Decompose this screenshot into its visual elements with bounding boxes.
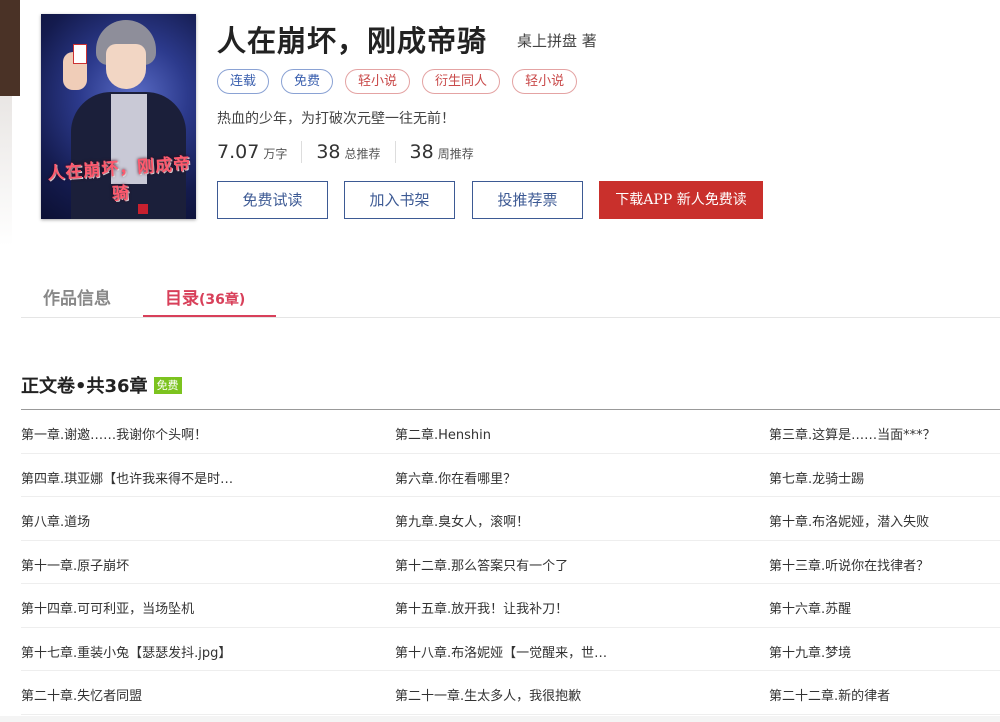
tag-free[interactable]: 免费	[281, 69, 334, 94]
tab-toc-count: (36章)	[199, 292, 246, 308]
stat-total-recommend: 38 总推荐	[316, 141, 396, 163]
chapter-link[interactable]: 第十五章.放开我！让我补刀！	[395, 598, 568, 617]
chapter-link[interactable]: 第十章.布洛妮娅，潜入失败	[769, 511, 929, 530]
stat-words-value: 7.07	[217, 141, 260, 163]
chapter-link[interactable]: 第十六章.苏醒	[769, 598, 851, 617]
tab-book-info[interactable]: 作品信息	[43, 284, 111, 309]
tab-bar: 作品信息 目录(36章)	[21, 272, 1000, 318]
chapter-link[interactable]: 第一章.谢邀……我谢你个头啊！	[21, 424, 207, 443]
stat-week-recommend-unit: 周推荐	[437, 147, 474, 161]
tab-table-of-contents[interactable]: 目录(36章)	[165, 284, 245, 309]
cover-title-art: 人在崩坏，刚成帝骑	[46, 154, 192, 205]
bottom-edge	[0, 716, 1000, 722]
free-badge: 免费	[153, 376, 182, 394]
tag-category[interactable]: 轻小说	[345, 69, 411, 94]
chapter-row: 第八章.道场 第九章.臭女人，滚啊！ 第十章.布洛妮娅，潜入失败	[21, 497, 1000, 541]
stat-total-recommend-value: 38	[316, 141, 341, 163]
chapter-link[interactable]: 第十四章.可可利亚，当场坠机	[21, 598, 194, 617]
tag-status[interactable]: 连载	[217, 69, 270, 94]
chapter-row: 第一章.谢邀……我谢你个头啊！ 第二章.Henshin 第三章.这算是……当面*…	[21, 410, 1000, 454]
chapter-link[interactable]: 第三章.这算是……当面***？	[769, 424, 936, 443]
book-cover[interactable]: 人在崩坏，刚成帝骑	[41, 14, 196, 219]
chapter-row: 第十一章.原子崩坏 第十二章.那么答案只有一个了 第十三章.听说你在找律者？	[21, 541, 1000, 584]
tag-genre[interactable]: 轻小说	[512, 69, 578, 94]
chapter-link[interactable]: 第二十一章.生太多人，我很抱歉	[395, 685, 581, 704]
chapter-row: 第四章.琪亚娜【也许我来得不是时… 第六章.你在看哪里？ 第七章.龙骑士踢	[21, 454, 1000, 497]
free-read-button[interactable]: 免费试读	[217, 181, 328, 219]
chapter-link[interactable]: 第十一章.原子崩坏	[21, 555, 129, 574]
tag-subcategory[interactable]: 衍生同人	[422, 69, 501, 94]
active-tab-underline	[143, 315, 276, 317]
chapter-link[interactable]: 第十七章.重装小兔【瑟瑟发抖.jpg】	[21, 642, 231, 661]
stat-words-unit: 万字	[263, 147, 288, 161]
book-author[interactable]: 桌上拼盘 著	[517, 30, 597, 51]
cover-card	[73, 44, 87, 64]
chapter-link[interactable]: 第十九章.梦境	[769, 642, 851, 661]
chapter-link[interactable]: 第六章.你在看哪里？	[395, 468, 516, 487]
chapter-row: 第十四章.可可利亚，当场坠机 第十五章.放开我！让我补刀！ 第十六章.苏醒	[21, 584, 1000, 628]
tag-list: 连载 免费 轻小说 衍生同人 轻小说	[217, 69, 578, 94]
chapter-link[interactable]: 第二十二章.新的律者	[769, 685, 890, 704]
stat-week-recommend-value: 38	[409, 141, 434, 163]
download-app-button[interactable]: 下载APP 新人免费读	[599, 181, 763, 219]
chapter-link[interactable]: 第八章.道场	[21, 511, 90, 530]
chapter-link[interactable]: 第七章.龙骑士踢	[769, 468, 864, 487]
chapter-link[interactable]: 第十三章.听说你在找律者？	[769, 555, 929, 574]
book-stats: 7.07 万字 38 总推荐 38 周推荐	[217, 141, 502, 163]
chapter-list: 第一章.谢邀……我谢你个头啊！ 第二章.Henshin 第三章.这算是……当面*…	[21, 410, 1000, 715]
add-to-shelf-button[interactable]: 加入书架	[344, 181, 455, 219]
book-intro: 热血的少年，为打破次元壁一往无前！	[217, 111, 455, 127]
stat-week-recommend: 38 周推荐	[410, 141, 488, 163]
volume-header: 正文卷•共36章 免费	[21, 372, 182, 398]
volume-title: 正文卷•共36章	[21, 376, 148, 397]
chapter-link[interactable]: 第十二章.那么答案只有一个了	[395, 555, 568, 574]
chapter-link[interactable]: 第四章.琪亚娜【也许我来得不是时…	[21, 468, 233, 487]
chapter-row: 第十七章.重装小兔【瑟瑟发抖.jpg】 第十八章.布洛妮娅【一觉醒来，世… 第十…	[21, 628, 1000, 671]
stat-total-recommend-unit: 总推荐	[344, 147, 381, 161]
chapter-link[interactable]: 第二十章.失忆者同盟	[21, 685, 142, 704]
chapter-row: 第二十章.失忆者同盟 第二十一章.生太多人，我很抱歉 第二十二章.新的律者	[21, 671, 1000, 715]
cover-face	[106, 44, 146, 89]
stat-words: 7.07 万字	[217, 141, 303, 163]
chapter-link[interactable]: 第二章.Henshin	[395, 424, 491, 443]
left-edge-decoration	[0, 0, 20, 246]
vote-recommend-button[interactable]: 投推荐票	[472, 181, 583, 219]
chapter-link[interactable]: 第十八章.布洛妮娅【一觉醒来，世…	[395, 642, 607, 661]
tab-toc-label: 目录	[165, 289, 199, 309]
cover-seal	[138, 204, 148, 214]
chapter-link[interactable]: 第九章.臭女人，滚啊！	[395, 511, 529, 530]
book-title: 人在崩坏，刚成帝骑	[217, 24, 488, 58]
